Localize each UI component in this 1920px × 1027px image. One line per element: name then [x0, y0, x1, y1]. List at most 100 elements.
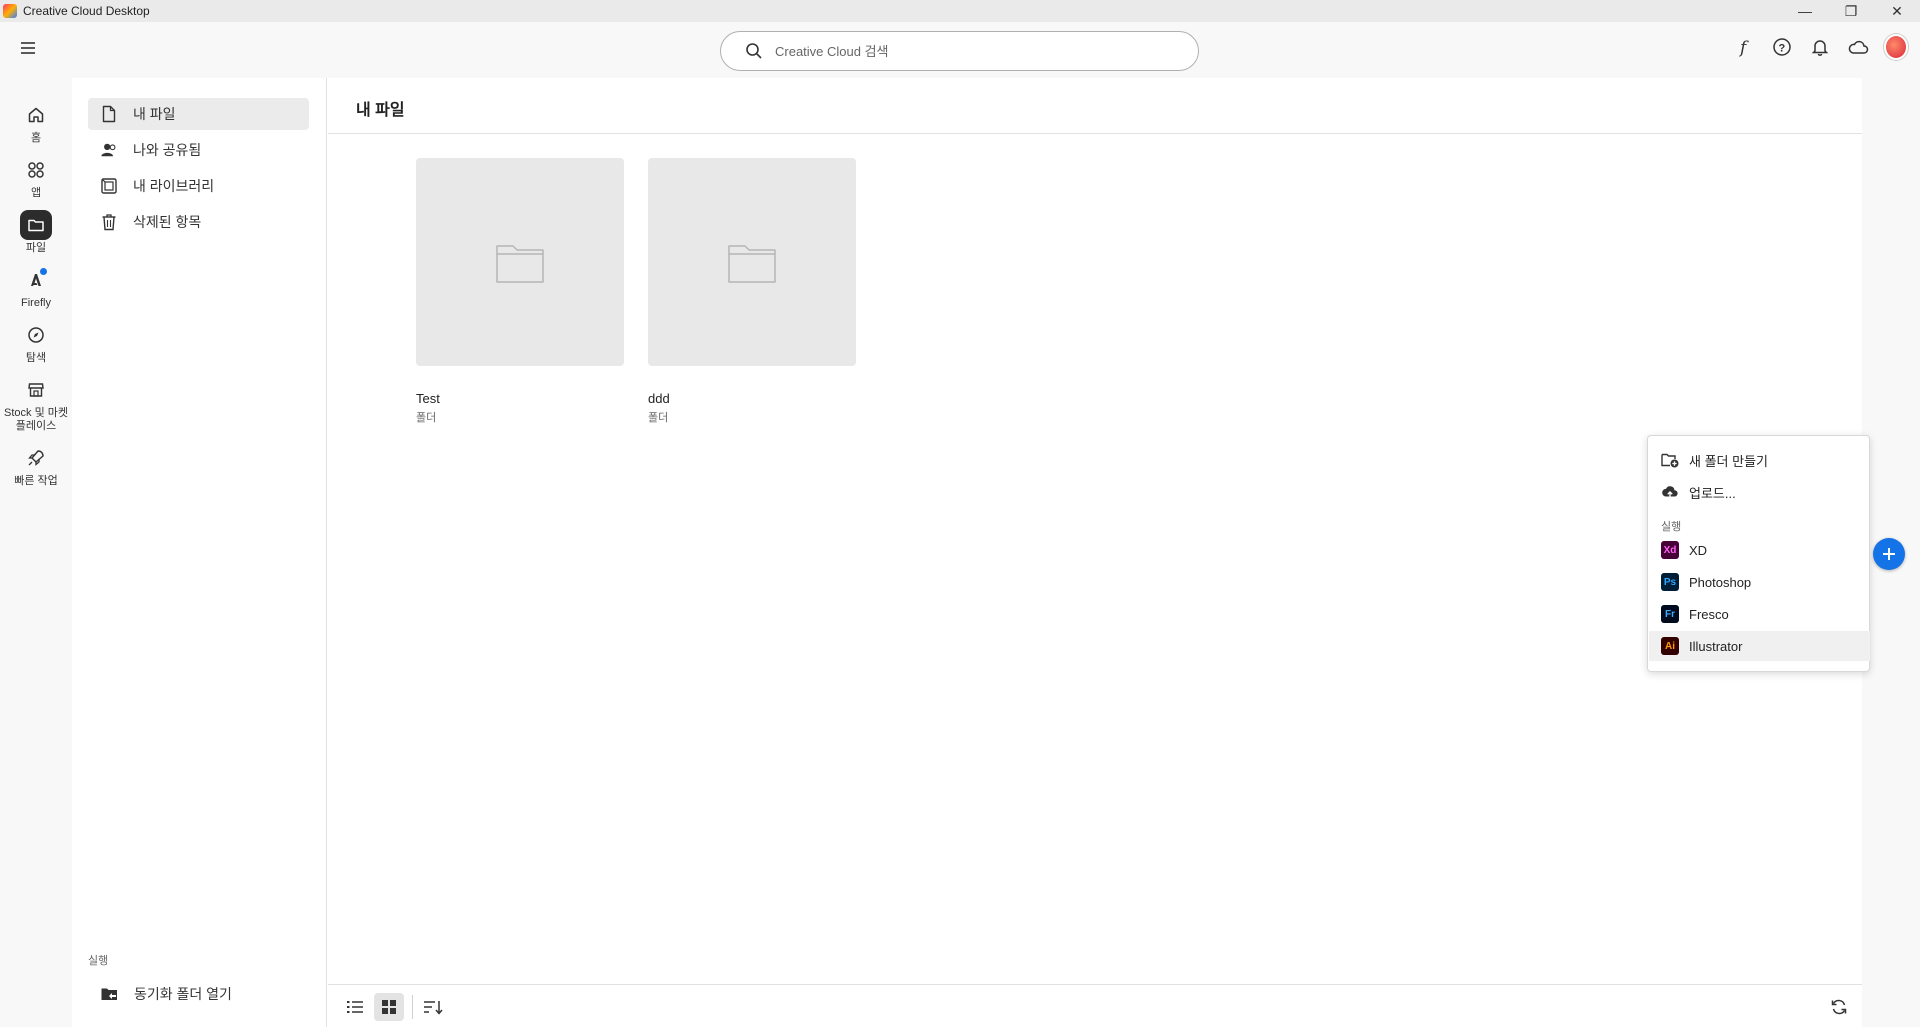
menu-section-label: 실행 [1661, 521, 1682, 533]
folder-icon [496, 245, 544, 283]
menu-item-label: Illustrator [1689, 638, 1743, 654]
bell-icon[interactable] [1808, 35, 1832, 59]
close-icon[interactable]: ✕ [1874, 0, 1920, 22]
menu-item-label: 업로드... [1689, 485, 1736, 501]
bottom-toolbar [328, 984, 1862, 1027]
rail-item-label: 앱 [30, 187, 42, 199]
avatar[interactable] [1884, 34, 1908, 60]
hamburger-menu-icon[interactable] [18, 38, 38, 58]
sort-icon[interactable] [418, 993, 448, 1021]
menu-item-fresco[interactable]: Fr Fresco [1649, 599, 1870, 629]
folder-icon [20, 210, 52, 240]
rail-item-label: 파일 [25, 242, 47, 254]
window-controls: — ❐ ✕ [1782, 0, 1920, 22]
open-sync-folder-button[interactable]: 동기화 폴더 열기 [88, 978, 309, 1010]
apps-icon [20, 155, 52, 185]
library-icon [100, 177, 118, 195]
sidebar-section-label: 실행 [88, 955, 109, 967]
rail-item-apps[interactable]: 앱 [0, 155, 72, 200]
svg-text:f: f [1738, 38, 1749, 57]
sync-folder-icon [100, 985, 120, 1003]
main-panel: 내 파일 나와 공유됨 내 라이브러리 삭제된 항목 실행 동기화 폴더 열기 [72, 78, 1862, 1027]
sidebar-item-label: 내 파일 [133, 106, 176, 122]
rail-item-files[interactable]: 파일 [0, 210, 72, 255]
menu-item-label: Fresco [1689, 606, 1729, 622]
menu-item-upload[interactable]: 업로드... [1649, 477, 1870, 507]
refresh-icon[interactable] [1824, 993, 1854, 1021]
rail-item-firefly[interactable]: Firefly [0, 265, 72, 310]
page-title: 내 파일 [356, 102, 405, 119]
menu-item-label: XD [1689, 542, 1708, 558]
discover-icon [20, 320, 52, 350]
grid-view-icon[interactable] [374, 993, 404, 1021]
file-icon [100, 105, 118, 123]
restore-icon[interactable]: ❐ [1828, 0, 1874, 22]
xd-app-icon: Xd [1661, 541, 1679, 559]
folder-name[interactable]: ddd [648, 391, 856, 406]
folder-type: 폴더 [416, 412, 437, 424]
fonts-icon[interactable]: f [1732, 35, 1756, 59]
content-header: 내 파일 [328, 78, 1862, 134]
minimize-icon[interactable]: — [1782, 0, 1828, 22]
list-view-icon[interactable] [340, 993, 370, 1021]
search-bar[interactable] [720, 31, 1199, 71]
notification-dot [40, 268, 47, 275]
rail-item-discover[interactable]: 탐색 [0, 320, 72, 365]
sidebar-item-label: 삭제된 항목 [133, 214, 202, 230]
folder-type: 폴더 [648, 412, 669, 424]
menu-item-label: Photoshop [1689, 574, 1752, 590]
rail-item-label: 빠른 작업 [14, 475, 58, 487]
folder-card[interactable]: ddd 폴더 [648, 158, 856, 425]
folder-card[interactable]: Test 폴더 [416, 158, 624, 425]
search-icon [745, 42, 763, 60]
creative-cloud-logo-icon [3, 4, 17, 18]
folder-thumbnail[interactable] [416, 158, 624, 366]
sidebar-item-my-library[interactable]: 내 라이브러리 [88, 170, 309, 202]
add-button[interactable] [1873, 538, 1905, 570]
menu-item-illustrator[interactable]: Ai Illustrator [1649, 631, 1870, 661]
sidebar-item-shared-with-me[interactable]: 나와 공유됨 [88, 134, 309, 166]
cloud-icon[interactable] [1846, 35, 1870, 59]
sidebar-item-my-files[interactable]: 내 파일 [88, 98, 309, 130]
home-icon [20, 100, 52, 130]
search-input[interactable] [775, 43, 1155, 59]
top-bar: f ? [0, 22, 1920, 78]
toolbar-divider [412, 995, 413, 1019]
create-menu: 새 폴더 만들기 업로드... 실행 Xd XD Ps Photoshop Fr… [1647, 435, 1870, 672]
people-icon [100, 141, 118, 159]
files-sidebar: 내 파일 나와 공유됨 내 라이브러리 삭제된 항목 실행 동기화 폴더 열기 [72, 78, 327, 1027]
menu-item-label: 새 폴더 만들기 [1689, 453, 1768, 469]
rail-item-label: 홈 [30, 132, 42, 144]
help-icon[interactable]: ? [1770, 35, 1794, 59]
rail-item-stock[interactable]: Stock 및 마켓플레이스 [0, 375, 72, 433]
rail-item-label: Firefly [21, 297, 51, 309]
rail-item-quick-actions[interactable]: 빠른 작업 [0, 443, 72, 488]
sidebar-item-deleted[interactable]: 삭제된 항목 [88, 206, 309, 238]
window-title: Creative Cloud Desktop [23, 4, 150, 18]
firefly-icon [20, 265, 52, 295]
rail-item-label: Stock 및 마켓플레이스 [4, 407, 68, 432]
app-badge: Ps [1661, 573, 1679, 591]
content-area: 내 파일 Test 폴더 ddd 폴더 [328, 78, 1862, 1027]
menu-item-xd[interactable]: Xd XD [1649, 535, 1870, 565]
folder-icon [728, 245, 776, 283]
rocket-icon [20, 443, 52, 473]
new-folder-icon [1661, 451, 1679, 469]
sidebar-item-label: 나와 공유됨 [133, 142, 202, 158]
photoshop-app-icon: Ps [1661, 573, 1679, 591]
trash-icon [100, 213, 118, 231]
folder-thumbnail[interactable] [648, 158, 856, 366]
folder-name[interactable]: Test [416, 391, 624, 406]
upload-icon [1661, 483, 1679, 501]
menu-item-new-folder[interactable]: 새 폴더 만들기 [1649, 445, 1870, 475]
title-bar: Creative Cloud Desktop — ❐ ✕ [0, 0, 1920, 22]
rail-item-home[interactable]: 홈 [0, 100, 72, 145]
fresco-app-icon: Fr [1661, 605, 1679, 623]
svg-text:?: ? [1779, 43, 1786, 55]
left-rail: 홈 앱 파일 Firefly 탐색 Stock 및 마켓플레이스 빠른 작업 [0, 100, 72, 498]
illustrator-app-icon: Ai [1661, 637, 1679, 655]
app-badge: Ai [1661, 637, 1679, 655]
menu-item-photoshop[interactable]: Ps Photoshop [1649, 567, 1870, 597]
top-icons: f ? [1732, 34, 1908, 60]
sidebar-item-label: 내 라이브러리 [133, 178, 215, 194]
